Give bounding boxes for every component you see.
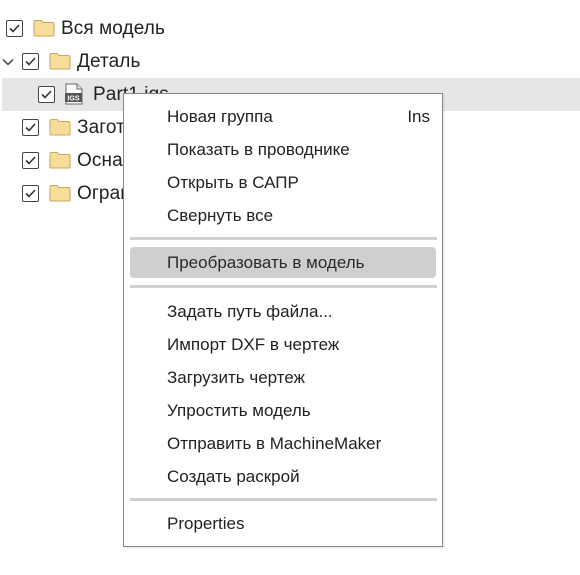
- menu-item-load-drawing[interactable]: Загрузить чертеж: [130, 362, 436, 393]
- menu-item-label: Преобразовать в модель: [167, 252, 365, 272]
- menu-item-send-to-machinemaker[interactable]: Отправить в MachineMaker: [130, 428, 436, 459]
- menu-item-create-nesting[interactable]: Создать раскрой: [130, 461, 436, 492]
- menu-item-label: Новая группа: [167, 106, 273, 126]
- checkmark-icon: [25, 57, 36, 66]
- menu-item-properties[interactable]: Properties: [130, 508, 436, 539]
- context-menu: Новая группа Ins Показать в проводнике О…: [123, 93, 443, 547]
- checkmark-icon: [25, 156, 36, 165]
- menu-item-label: Загрузить чертеж: [167, 367, 305, 387]
- checkmark-icon: [25, 123, 36, 132]
- checkbox[interactable]: [22, 53, 39, 70]
- menu-item-set-file-path[interactable]: Задать путь файла...: [130, 296, 436, 327]
- menu-item-label: Открыть в САПР: [167, 172, 299, 192]
- menu-item-open-in-cad[interactable]: Открыть в САПР: [130, 167, 436, 198]
- chevron-down-icon[interactable]: [1, 55, 15, 69]
- menu-item-label: Задать путь файла...: [167, 301, 333, 321]
- folder-icon: [49, 119, 71, 136]
- menu-separator: [130, 237, 437, 240]
- checkbox[interactable]: [6, 20, 23, 37]
- menu-item-collapse-all[interactable]: Свернуть все: [130, 200, 436, 231]
- checkbox[interactable]: [38, 86, 55, 103]
- folder-icon: [49, 53, 71, 70]
- tree-item-label: Вся модель: [61, 17, 165, 39]
- menu-item-label: Отправить в MachineMaker: [167, 433, 382, 453]
- menu-item-label: Импорт DXF в чертеж: [167, 334, 340, 354]
- menu-item-simplify-model[interactable]: Упростить модель: [130, 395, 436, 426]
- menu-item-label: Создать раскрой: [167, 466, 300, 486]
- menu-item-shortcut: Ins: [407, 106, 430, 126]
- checkmark-icon: [41, 90, 52, 99]
- menu-item-new-group[interactable]: Новая группа Ins: [130, 101, 436, 132]
- folder-icon: [49, 152, 71, 169]
- menu-separator: [130, 498, 437, 501]
- menu-item-convert-to-model[interactable]: Преобразовать в модель: [130, 247, 436, 278]
- igs-file-icon: IGS: [65, 83, 83, 105]
- menu-separator: [130, 285, 437, 288]
- tree-item-all-model[interactable]: Вся модель: [0, 12, 580, 45]
- app-window: Вся модель Деталь IGS Заготовка Оснастка…: [0, 0, 580, 575]
- menu-item-import-dxf[interactable]: Импорт DXF в чертеж: [130, 329, 436, 360]
- menu-item-label: Упростить модель: [167, 400, 311, 420]
- menu-item-label: Properties: [167, 513, 245, 533]
- checkbox[interactable]: [22, 185, 39, 202]
- folder-icon: [33, 20, 55, 37]
- menu-item-label: Показать в проводнике: [167, 139, 350, 159]
- tree-item-label: Деталь: [77, 50, 141, 72]
- menu-item-show-in-explorer[interactable]: Показать в проводнике: [130, 134, 436, 165]
- tree-item-detail[interactable]: Деталь: [0, 45, 580, 78]
- svg-text:IGS: IGS: [67, 96, 80, 103]
- checkmark-icon: [25, 189, 36, 198]
- folder-icon: [49, 185, 71, 202]
- menu-item-label: Свернуть все: [167, 205, 274, 225]
- checkbox[interactable]: [22, 152, 39, 169]
- checkbox[interactable]: [22, 119, 39, 136]
- checkmark-icon: [9, 24, 20, 33]
